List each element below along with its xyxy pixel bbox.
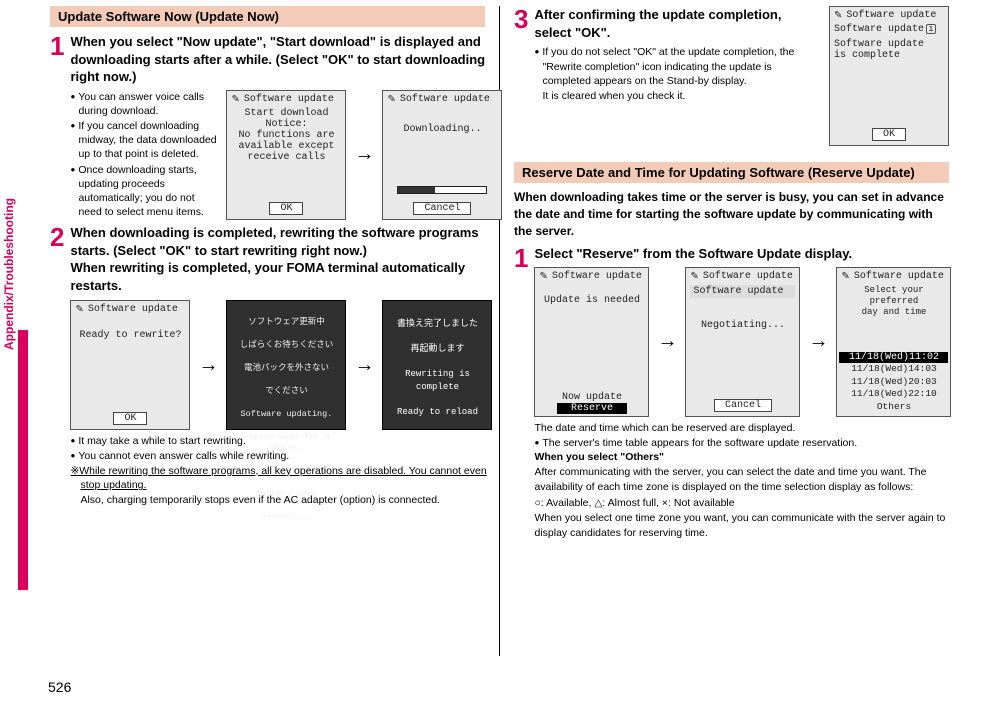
progress-bar bbox=[397, 186, 487, 194]
arrow-icon: → bbox=[808, 330, 828, 353]
phone-screen-update-complete: ✎Software update Software updatei Softwa… bbox=[829, 6, 949, 146]
phone-screen-ready-rewrite: ✎Software update Ready to rewrite? OK bbox=[70, 300, 190, 430]
cancel-button[interactable]: Cancel bbox=[714, 399, 772, 412]
phone-screen-rewrite-complete: 書換え完了しました 再起動します Rewriting is complete R… bbox=[382, 300, 492, 430]
step-2-title: When downloading is completed, rewriting… bbox=[70, 224, 492, 294]
right-column: 3 After confirming the update completion… bbox=[504, 6, 959, 680]
phone-screen-downloading: ✎Software update Downloading.. Cancel bbox=[382, 90, 502, 220]
step-3: 3 After confirming the update completion… bbox=[514, 6, 949, 146]
step-1: 1 When you select "Now update", "Start d… bbox=[50, 33, 485, 220]
pen-icon: ✎ bbox=[841, 271, 849, 282]
arrow-icon: → bbox=[198, 354, 218, 377]
section-header-reserve-update: Reserve Date and Time for Updating Softw… bbox=[514, 162, 949, 183]
step-1-bullets: You can answer voice calls during downlo… bbox=[70, 90, 220, 221]
pen-icon: ✎ bbox=[387, 94, 395, 105]
ok-button[interactable]: OK bbox=[872, 128, 906, 141]
reserve-option-reserve[interactable]: Reserve bbox=[557, 403, 627, 414]
side-color-bar bbox=[18, 330, 28, 590]
step-number: 1 bbox=[514, 245, 528, 271]
step-3-title: After confirming the update completion, … bbox=[534, 6, 821, 41]
cancel-button[interactable]: Cancel bbox=[413, 202, 471, 215]
side-tab-label: Appendix/Troubleshooting bbox=[2, 198, 16, 350]
phone-screen-start-download: ✎Software update Start download Notice: … bbox=[226, 90, 346, 220]
pen-icon: ✎ bbox=[75, 304, 83, 315]
section-header-update-now: Update Software Now (Update Now) bbox=[50, 6, 485, 27]
phone-screen-select-time: ✎Software update Select your preferred d… bbox=[836, 267, 951, 417]
step-1-title: When you select "Now update", "Start dow… bbox=[70, 33, 502, 86]
pen-icon: ✎ bbox=[834, 10, 842, 21]
pen-icon: ✎ bbox=[539, 271, 547, 282]
reserve-after-notes: The date and time which can be reserved … bbox=[534, 421, 951, 541]
pen-icon: ✎ bbox=[231, 94, 239, 105]
arrow-icon: → bbox=[354, 354, 374, 377]
phone-screen-negotiating: ✎Software update Software update Negotia… bbox=[685, 267, 800, 417]
left-column: Update Software Now (Update Now) 1 When … bbox=[40, 6, 495, 680]
time-option-others[interactable]: Others bbox=[839, 401, 948, 414]
phone-screen-updating-dark: ソフトウェア更新中 しばらくお待ちください 電池パックを外さない でください S… bbox=[226, 300, 346, 430]
step-number: 2 bbox=[50, 224, 64, 250]
step-number: 3 bbox=[514, 6, 528, 32]
time-option[interactable]: 11/18(Wed)20:03 bbox=[839, 376, 948, 389]
ok-button[interactable]: OK bbox=[269, 202, 303, 215]
time-option[interactable]: 11/18(Wed)14:03 bbox=[839, 363, 948, 376]
arrow-icon: → bbox=[657, 330, 677, 353]
reserve-intro: When downloading takes time or the serve… bbox=[514, 189, 949, 239]
step-2: 2 When downloading is completed, rewriti… bbox=[50, 224, 485, 508]
time-option-selected[interactable]: 11/18(Wed)11:02 bbox=[839, 352, 948, 363]
pen-icon: ✎ bbox=[690, 271, 698, 282]
step-number: 1 bbox=[50, 33, 64, 59]
page-number: 526 bbox=[48, 679, 71, 695]
phone-screen-update-needed: ✎Software update Update is needed Now up… bbox=[534, 267, 649, 417]
arrow-icon: → bbox=[354, 143, 374, 166]
step-3-bullet: If you do not select "OK" at the update … bbox=[534, 45, 821, 104]
ok-button[interactable]: OK bbox=[113, 412, 147, 425]
reserve-step-1: 1 Select "Reserve" from the Software Upd… bbox=[514, 245, 949, 540]
reserve-step-1-title: Select "Reserve" from the Software Updat… bbox=[534, 245, 951, 263]
info-icon: i bbox=[926, 24, 936, 34]
time-option[interactable]: 11/18(Wed)22:10 bbox=[839, 388, 948, 401]
reserve-option-now[interactable]: Now update bbox=[537, 392, 646, 403]
